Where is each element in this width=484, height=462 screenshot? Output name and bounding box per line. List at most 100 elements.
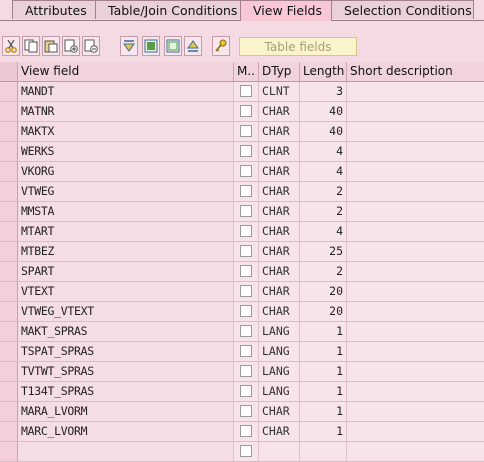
view-field-cell[interactable]: VKORG bbox=[18, 162, 234, 181]
row-selector[interactable] bbox=[0, 382, 18, 401]
m-checkbox[interactable] bbox=[240, 345, 252, 357]
m-checkbox[interactable] bbox=[240, 85, 252, 97]
deselect-all-button[interactable] bbox=[164, 36, 182, 56]
table-row[interactable]: VTEXT CHAR 20 bbox=[0, 282, 484, 302]
view-field-cell[interactable]: MATNR bbox=[18, 102, 234, 121]
m-checkbox[interactable] bbox=[240, 185, 252, 197]
tab-selection-conditions[interactable]: Selection Conditions bbox=[331, 0, 474, 19]
view-field-cell[interactable]: SPART bbox=[18, 262, 234, 281]
column-header-short-description[interactable]: Short description bbox=[347, 62, 484, 81]
row-selector[interactable] bbox=[0, 202, 18, 221]
column-header-m[interactable]: M.. bbox=[234, 62, 259, 81]
tab-table-join-conditions[interactable]: Table/Join Conditions bbox=[95, 0, 241, 19]
insert-row-button[interactable] bbox=[62, 36, 80, 56]
row-selector[interactable] bbox=[0, 362, 18, 381]
row-selector[interactable] bbox=[0, 122, 18, 141]
tab-view-fields[interactable]: View Fields bbox=[240, 0, 332, 21]
m-checkbox[interactable] bbox=[240, 385, 252, 397]
view-field-cell[interactable]: MMSTA bbox=[18, 202, 234, 221]
table-row[interactable]: MMSTA CHAR 2 bbox=[0, 202, 484, 222]
view-field-cell[interactable]: VTWEG bbox=[18, 182, 234, 201]
m-checkbox[interactable] bbox=[240, 285, 252, 297]
m-checkbox[interactable] bbox=[240, 445, 252, 457]
row-selector[interactable] bbox=[0, 242, 18, 261]
paste-button[interactable] bbox=[42, 36, 60, 56]
copy-button[interactable] bbox=[22, 36, 40, 56]
table-row[interactable]: SPART CHAR 2 bbox=[0, 262, 484, 282]
row-selector[interactable] bbox=[0, 82, 18, 101]
m-checkbox[interactable] bbox=[240, 405, 252, 417]
table-row[interactable]: MATNR CHAR 40 bbox=[0, 102, 484, 122]
column-header-dtyp[interactable]: DTyp bbox=[259, 62, 300, 81]
table-row[interactable]: VTWEG CHAR 2 bbox=[0, 182, 484, 202]
length-cell: 3 bbox=[300, 82, 347, 101]
m-cell bbox=[234, 282, 259, 301]
row-selector[interactable] bbox=[0, 102, 18, 121]
table-row[interactable]: VTWEG_VTEXT CHAR 20 bbox=[0, 302, 484, 322]
key-button[interactable] bbox=[212, 36, 230, 56]
short-description-cell bbox=[347, 342, 484, 361]
table-row[interactable]: TVTWT_SPRAS LANG 1 bbox=[0, 362, 484, 382]
m-checkbox[interactable] bbox=[240, 225, 252, 237]
row-selector[interactable] bbox=[0, 222, 18, 241]
m-checkbox[interactable] bbox=[240, 305, 252, 317]
view-field-cell[interactable]: TVTWT_SPRAS bbox=[18, 362, 234, 381]
view-field-cell[interactable]: T134T_SPRAS bbox=[18, 382, 234, 401]
table-row[interactable]: MTBEZ CHAR 25 bbox=[0, 242, 484, 262]
sort-ascending-button[interactable] bbox=[184, 36, 202, 56]
select-all-button[interactable] bbox=[142, 36, 160, 56]
row-selector[interactable] bbox=[0, 182, 18, 201]
sort-descending-button[interactable] bbox=[120, 36, 138, 56]
table-row[interactable]: MARA_LVORM CHAR 1 bbox=[0, 402, 484, 422]
row-selector[interactable] bbox=[0, 402, 18, 421]
row-selector[interactable] bbox=[0, 302, 18, 321]
m-checkbox[interactable] bbox=[240, 105, 252, 117]
view-field-cell[interactable]: VTWEG_VTEXT bbox=[18, 302, 234, 321]
m-checkbox[interactable] bbox=[240, 265, 252, 277]
delete-row-button[interactable] bbox=[82, 36, 100, 56]
table-row[interactable]: MAKTX CHAR 40 bbox=[0, 122, 484, 142]
table-row[interactable]: MTART CHAR 4 bbox=[0, 222, 484, 242]
m-checkbox[interactable] bbox=[240, 425, 252, 437]
table-row[interactable]: WERKS CHAR 4 bbox=[0, 142, 484, 162]
tab-attributes[interactable]: Attributes bbox=[12, 0, 96, 19]
select-all-rows-corner[interactable] bbox=[0, 62, 18, 81]
m-checkbox[interactable] bbox=[240, 125, 252, 137]
m-cell bbox=[234, 302, 259, 321]
column-header-length[interactable]: Length bbox=[300, 62, 347, 81]
view-field-cell[interactable]: TSPAT_SPRAS bbox=[18, 342, 234, 361]
m-checkbox[interactable] bbox=[240, 325, 252, 337]
table-fields-button[interactable]: Table fields bbox=[239, 37, 357, 56]
row-selector[interactable] bbox=[0, 342, 18, 361]
table-row[interactable]: MARC_LVORM CHAR 1 bbox=[0, 422, 484, 442]
view-field-cell[interactable]: MTBEZ bbox=[18, 242, 234, 261]
row-selector[interactable] bbox=[0, 142, 18, 161]
m-checkbox[interactable] bbox=[240, 165, 252, 177]
table-row[interactable]: T134T_SPRAS LANG 1 bbox=[0, 382, 484, 402]
m-checkbox[interactable] bbox=[240, 245, 252, 257]
view-field-cell[interactable]: MARC_LVORM bbox=[18, 422, 234, 441]
view-field-cell[interactable]: MAKTX bbox=[18, 122, 234, 141]
view-field-cell[interactable]: VTEXT bbox=[18, 282, 234, 301]
row-selector[interactable] bbox=[0, 282, 18, 301]
view-field-cell[interactable]: MAKT_SPRAS bbox=[18, 322, 234, 341]
table-row[interactable] bbox=[0, 442, 484, 462]
table-row[interactable]: MANDT CLNT 3 bbox=[0, 82, 484, 102]
view-field-cell[interactable]: MTART bbox=[18, 222, 234, 241]
table-row[interactable]: MAKT_SPRAS LANG 1 bbox=[0, 322, 484, 342]
view-field-cell[interactable]: MARA_LVORM bbox=[18, 402, 234, 421]
row-selector[interactable] bbox=[0, 262, 18, 281]
table-row[interactable]: TSPAT_SPRAS LANG 1 bbox=[0, 342, 484, 362]
table-row[interactable]: VKORG CHAR 4 bbox=[0, 162, 484, 182]
length-cell: 2 bbox=[300, 182, 347, 201]
m-checkbox[interactable] bbox=[240, 365, 252, 377]
m-checkbox[interactable] bbox=[240, 205, 252, 217]
view-field-cell[interactable]: MANDT bbox=[18, 82, 234, 101]
row-selector[interactable] bbox=[0, 162, 18, 181]
column-header-view-field[interactable]: View field bbox=[18, 62, 234, 81]
cut-button[interactable] bbox=[2, 36, 20, 56]
m-checkbox[interactable] bbox=[240, 145, 252, 157]
row-selector[interactable] bbox=[0, 422, 18, 441]
view-field-cell[interactable]: WERKS bbox=[18, 142, 234, 161]
row-selector[interactable] bbox=[0, 322, 18, 341]
